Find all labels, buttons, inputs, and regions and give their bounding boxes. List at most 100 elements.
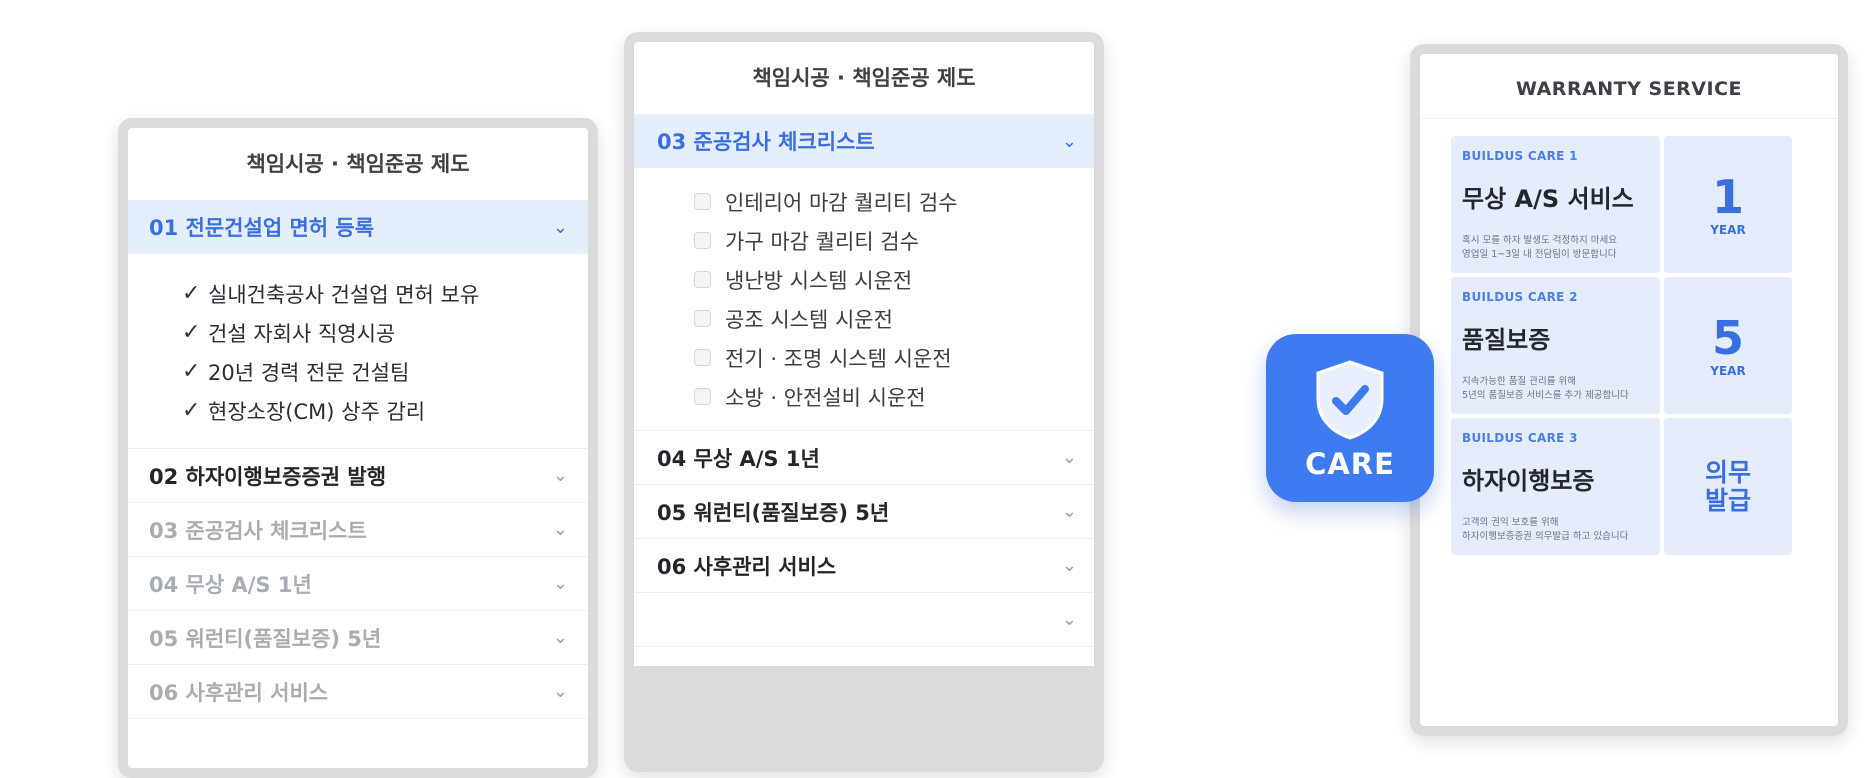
- check-list-text: 20년 경력 전문 건설팀: [208, 360, 410, 385]
- checkbox-item[interactable]: 전기 · 조명 시스템 시운전: [694, 338, 1094, 377]
- chevron-down-icon: ⌄: [552, 519, 568, 540]
- check-list-item: ✓ 건설 자회사 직영시공: [182, 313, 588, 352]
- accordion-item-03[interactable]: 03 준공검사 체크리스트 ⌄: [128, 503, 588, 557]
- warranty-card[interactable]: BUILDUS CARE 1 무상 A/S 서비스 혹시 모를 하자 발생도 걱…: [1451, 136, 1792, 273]
- chevron-down-icon: ⌄: [552, 216, 568, 238]
- period-unit: YEAR: [1710, 363, 1746, 378]
- warranty-card-main: BUILDUS CARE 1 무상 A/S 서비스 혹시 모를 하자 발생도 걱…: [1451, 136, 1660, 273]
- card-desc-line: 고객의 권익 보호를 위해: [1462, 517, 1559, 528]
- warranty-card-list: BUILDUS CARE 1 무상 A/S 서비스 혹시 모를 하자 발생도 걱…: [1451, 136, 1792, 559]
- accordion-item-06[interactable]: 06 사후관리 서비스 ⌄: [634, 539, 1094, 593]
- check-list-text: 현장소장(CM) 상주 감리: [208, 399, 426, 424]
- card-desc-line: 하자이행보증증권 의무발급 하고 있습니다: [1462, 531, 1629, 542]
- period-unit: YEAR: [1710, 222, 1746, 237]
- checkbox[interactable]: [694, 388, 711, 405]
- card-description: 고객의 권익 보호를 위해 하자이행보증증권 의무발급 하고 있습니다: [1462, 516, 1648, 544]
- shield-check-icon: [1316, 360, 1384, 440]
- phone-mockup-accordion-2: 책임시공 · 책임준공 제도 03 준공검사 체크리스트 ⌄ 인테리어 마감 퀄…: [624, 32, 1104, 772]
- accordion-item-label: 04 무상 A/S 1년: [149, 572, 312, 597]
- empty-area: [634, 666, 1094, 762]
- warranty-title: WARRANTY SERVICE: [1420, 54, 1838, 119]
- chevron-down-icon: ⌄: [1061, 555, 1077, 576]
- chevron-down-icon: ⌄: [552, 573, 568, 594]
- checkmark-icon: ✓: [182, 398, 201, 423]
- check-list-text: 건설 자회사 직영시공: [208, 321, 396, 346]
- checkbox[interactable]: [694, 193, 711, 210]
- accordion-item-label: 06 사후관리 서비스: [657, 554, 837, 579]
- accordion-item-empty[interactable]: ⌄: [634, 593, 1094, 647]
- accordion-item-label: 02 하자이행보증증권 발행: [149, 464, 387, 489]
- checkbox-label: 전기 · 조명 시스템 시운전: [725, 346, 952, 371]
- checkbox-item[interactable]: 인테리어 마감 퀄리티 검수: [694, 182, 1094, 221]
- warranty-card-main: BUILDUS CARE 3 하자이행보증 고객의 권익 보호를 위해 하자이행…: [1451, 418, 1660, 555]
- care-label: CARE: [1305, 447, 1395, 481]
- checkmark-icon: ✓: [182, 320, 201, 345]
- card-heading: 무상 A/S 서비스: [1462, 185, 1634, 213]
- warranty-card[interactable]: BUILDUS CARE 3 하자이행보증 고객의 권익 보호를 위해 하자이행…: [1451, 418, 1792, 555]
- chevron-down-icon: ⌄: [1061, 130, 1077, 152]
- card-desc-line: 지속가능한 품질 관리를 위해: [1462, 376, 1576, 387]
- accordion-item-label: 03 준공검사 체크리스트: [657, 130, 875, 154]
- accordion-item-03[interactable]: 03 준공검사 체크리스트 ⌄: [634, 114, 1094, 168]
- checkbox-label: 공조 시스템 시운전: [725, 307, 893, 332]
- phone-mockup-accordion-1: 책임시공 · 책임준공 제도 01 전문건설업 면허 등록 ⌄ ✓ 실내건축공사…: [118, 118, 598, 778]
- checkbox[interactable]: [694, 310, 711, 327]
- phone2-title: 책임시공 · 책임준공 제도: [752, 66, 976, 90]
- card-description: 혹시 모를 하자 발생도 걱정하지 마세요 영업일 1~3일 내 전담팀이 방문…: [1462, 234, 1648, 262]
- card-description: 지속가능한 품질 관리를 위해 5년의 품질보증 서비스를 추가 제공합니다: [1462, 375, 1648, 403]
- period-number: 5: [1711, 310, 1744, 365]
- check-list-item: ✓ 20년 경력 전문 건설팀: [182, 352, 588, 391]
- period-text: 발급: [1704, 485, 1751, 515]
- checkbox-label: 소방 · 안전설비 시운전: [725, 385, 926, 410]
- check-list-text: 실내건축공사 건설업 면허 보유: [208, 282, 480, 307]
- warranty-card-period: 의무 발급: [1664, 418, 1792, 555]
- chevron-down-icon: ⌄: [1061, 447, 1077, 468]
- accordion-item-label: 05 워런티(품질보증) 5년: [149, 626, 382, 651]
- accordion-item-01[interactable]: 01 전문건설업 면허 등록 ⌄: [128, 200, 588, 254]
- warranty-card[interactable]: BUILDUS CARE 2 품질보증 지속가능한 품질 관리를 위해 5년의 …: [1451, 277, 1792, 414]
- accordion-item-label: 06 사후관리 서비스: [149, 680, 329, 705]
- chevron-down-icon: ⌄: [552, 627, 568, 648]
- card-desc-line: 혹시 모를 하자 발생도 걱정하지 마세요: [1462, 235, 1617, 246]
- check-list-item: ✓ 실내건축공사 건설업 면허 보유: [182, 274, 588, 313]
- card-desc-line: 영업일 1~3일 내 전담팀이 방문합니다: [1462, 249, 1617, 260]
- checkbox[interactable]: [694, 271, 711, 288]
- accordion-item-04[interactable]: 04 무상 A/S 1년 ⌄: [128, 557, 588, 611]
- checkbox-label: 인테리어 마감 퀄리티 검수: [725, 190, 958, 215]
- checkbox-list: 인테리어 마감 퀄리티 검수 가구 마감 퀄리티 검수 냉난방 시스템 시운전 …: [634, 168, 1094, 431]
- chevron-down-icon: ⌄: [1061, 609, 1077, 630]
- checkbox[interactable]: [694, 232, 711, 249]
- accordion-item-label: 04 무상 A/S 1년: [657, 446, 820, 471]
- accordion-item-06[interactable]: 06 사후관리 서비스 ⌄: [128, 665, 588, 719]
- checkbox-item[interactable]: 냉난방 시스템 시운전: [694, 260, 1094, 299]
- accordion-item-02[interactable]: 02 하자이행보증증권 발행 ⌄: [128, 449, 588, 503]
- period-number: 1: [1711, 169, 1744, 224]
- chevron-down-icon: ⌄: [1061, 501, 1077, 522]
- checkbox-item[interactable]: 공조 시스템 시운전: [694, 299, 1094, 338]
- accordion-item-05[interactable]: 05 워런티(품질보증) 5년 ⌄: [634, 485, 1094, 539]
- accordion-item-label: 03 준공검사 체크리스트: [149, 518, 367, 543]
- accordion-item-05[interactable]: 05 워런티(품질보증) 5년 ⌄: [128, 611, 588, 665]
- phone-mockup-warranty: WARRANTY SERVICE BUILDUS CARE 1 무상 A/S 서…: [1410, 44, 1848, 736]
- chevron-down-icon: ⌄: [552, 465, 568, 486]
- warranty-card-period: 1 YEAR: [1664, 136, 1792, 273]
- check-list-item: ✓ 현장소장(CM) 상주 감리: [182, 391, 588, 430]
- phone1-title: 책임시공 · 책임준공 제도: [246, 152, 470, 176]
- accordion-item-label: 01 전문건설업 면허 등록: [149, 216, 375, 240]
- card-tag: BUILDUS CARE 1: [1462, 149, 1578, 163]
- checkmark-icon: ✓: [182, 281, 201, 306]
- checkbox-item[interactable]: 가구 마감 퀄리티 검수: [694, 221, 1094, 260]
- checkbox-label: 가구 마감 퀄리티 검수: [725, 229, 919, 254]
- card-heading: 하자이행보증: [1462, 467, 1595, 495]
- checkbox-item[interactable]: 소방 · 안전설비 시운전: [694, 377, 1094, 416]
- warranty-card-period: 5 YEAR: [1664, 277, 1792, 414]
- accordion-item-04[interactable]: 04 무상 A/S 1년 ⌄: [634, 431, 1094, 485]
- card-heading: 품질보증: [1462, 326, 1551, 354]
- accordion-item-label: 05 워런티(품질보증) 5년: [657, 500, 890, 525]
- warranty-card-main: BUILDUS CARE 2 품질보증 지속가능한 품질 관리를 위해 5년의 …: [1451, 277, 1660, 414]
- care-app-icon: CARE: [1266, 334, 1434, 502]
- checkbox-label: 냉난방 시스템 시운전: [725, 268, 913, 293]
- card-tag: BUILDUS CARE 2: [1462, 290, 1578, 304]
- checkbox[interactable]: [694, 349, 711, 366]
- check-list: ✓ 실내건축공사 건설업 면허 보유 ✓ 건설 자회사 직영시공 ✓ 20년 경…: [128, 254, 588, 449]
